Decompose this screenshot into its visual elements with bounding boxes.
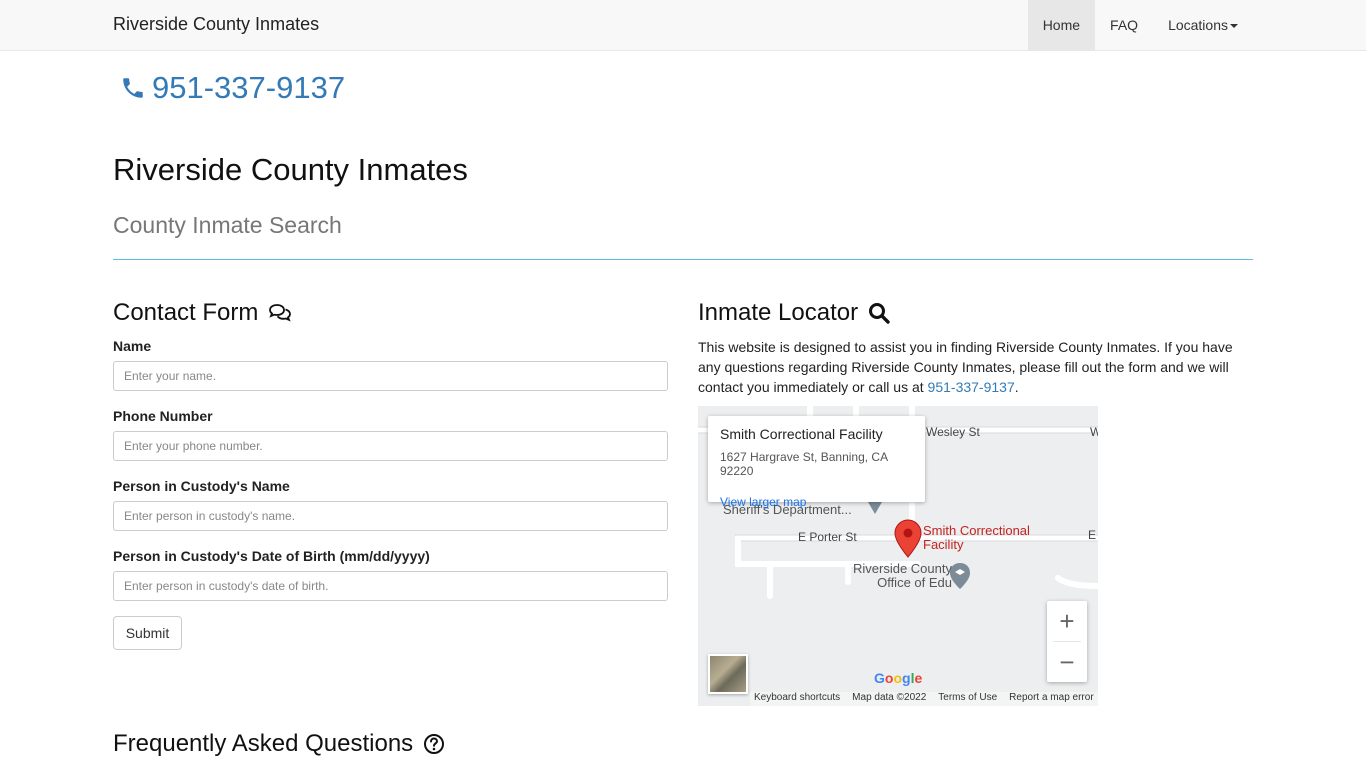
comments-icon [269, 304, 292, 322]
google-logo: Google [874, 670, 923, 686]
map-zoom-controls: + − [1047, 601, 1087, 682]
brand-link[interactable]: Riverside County Inmates [113, 14, 319, 35]
question-circle-icon [424, 734, 445, 754]
keyboard-shortcuts-link[interactable]: Keyboard shortcuts [754, 692, 840, 706]
map-label-facility-line1: Smith Correctional [923, 523, 1030, 538]
nav-locations-label: Locations [1168, 17, 1228, 33]
report-map-error-link[interactable]: Report a map error [1009, 692, 1093, 706]
custody-dob-label: Person in Custody's Date of Birth (mm/dd… [113, 548, 430, 564]
inmate-locator-heading: Inmate Locator [698, 299, 890, 327]
satellite-toggle[interactable] [708, 654, 748, 694]
embedded-map[interactable]: Wesley St W Sheriff's Department... E Po… [698, 406, 1098, 706]
contact-form-heading: Contact Form [113, 299, 292, 327]
map-card-title: Smith Correctional Facility [720, 426, 883, 442]
map-label-porter: E Porter St [798, 530, 857, 544]
zoom-in-button[interactable]: + [1047, 601, 1087, 641]
name-label: Name [113, 338, 152, 354]
page-title: Riverside County Inmates [113, 152, 468, 187]
phone-header[interactable]: 951-337-9137 [120, 70, 345, 106]
map-label-facility: Smith Correctional Facility [923, 524, 1030, 552]
custody-name-input[interactable] [113, 501, 668, 531]
map-label-w: W [1090, 425, 1098, 439]
navbar: Riverside County Inmates Home FAQ Locati… [0, 0, 1366, 51]
nav-locations[interactable]: Locations [1153, 0, 1253, 50]
contact-form-heading-text: Contact Form [113, 299, 259, 326]
map-info-card: Smith Correctional Facility 1627 Hargrav… [708, 416, 925, 509]
map-card-address: 1627 Hargrave St, Banning, CA 92220 [720, 450, 888, 478]
custody-dob-input[interactable] [113, 571, 668, 601]
custody-name-label: Person in Custody's Name [113, 478, 290, 494]
search-icon [869, 303, 890, 324]
map-attribution: Keyboard shortcuts Map data ©2022 Terms … [750, 692, 1098, 706]
nav-menu: Home FAQ Locations [1027, 0, 1253, 50]
caret-down-icon [1230, 24, 1238, 29]
locator-description: This website is designed to assist you i… [698, 337, 1253, 397]
name-input[interactable] [113, 361, 668, 391]
map-label-office-line2: Office of Edu [877, 575, 952, 590]
phone-number: 951-337-9137 [152, 70, 346, 105]
faq-heading: Frequently Asked Questions [113, 730, 445, 758]
phone-number-label: Phone Number [113, 408, 213, 424]
locator-text-after: . [1014, 379, 1019, 395]
map-label-e: E [1088, 528, 1097, 542]
map-label-office-line1: Riverside County [853, 561, 952, 576]
phone-icon [123, 78, 143, 98]
map-label-wesley: Wesley St [926, 425, 980, 439]
map-label-facility-line2: Facility [923, 537, 964, 552]
phone-number-input[interactable] [113, 431, 668, 461]
map-data-text: Map data ©2022 [852, 692, 927, 703]
divider [113, 259, 1253, 260]
nav-faq[interactable]: FAQ [1095, 0, 1153, 50]
faq-heading-text: Frequently Asked Questions [113, 730, 414, 757]
nav-home[interactable]: Home [1027, 0, 1096, 50]
page-subtitle: County Inmate Search [113, 212, 342, 238]
locator-phone-link[interactable]: 951-337-9137 [928, 379, 1015, 395]
inmate-locator-heading-text: Inmate Locator [698, 299, 859, 326]
zoom-out-button[interactable]: − [1047, 642, 1087, 682]
map-label-office: Riverside County Office of Edu [853, 562, 952, 590]
terms-of-use-link[interactable]: Terms of Use [938, 692, 997, 706]
submit-button[interactable]: Submit [113, 616, 182, 650]
view-larger-map-link[interactable]: View larger map [720, 495, 913, 509]
